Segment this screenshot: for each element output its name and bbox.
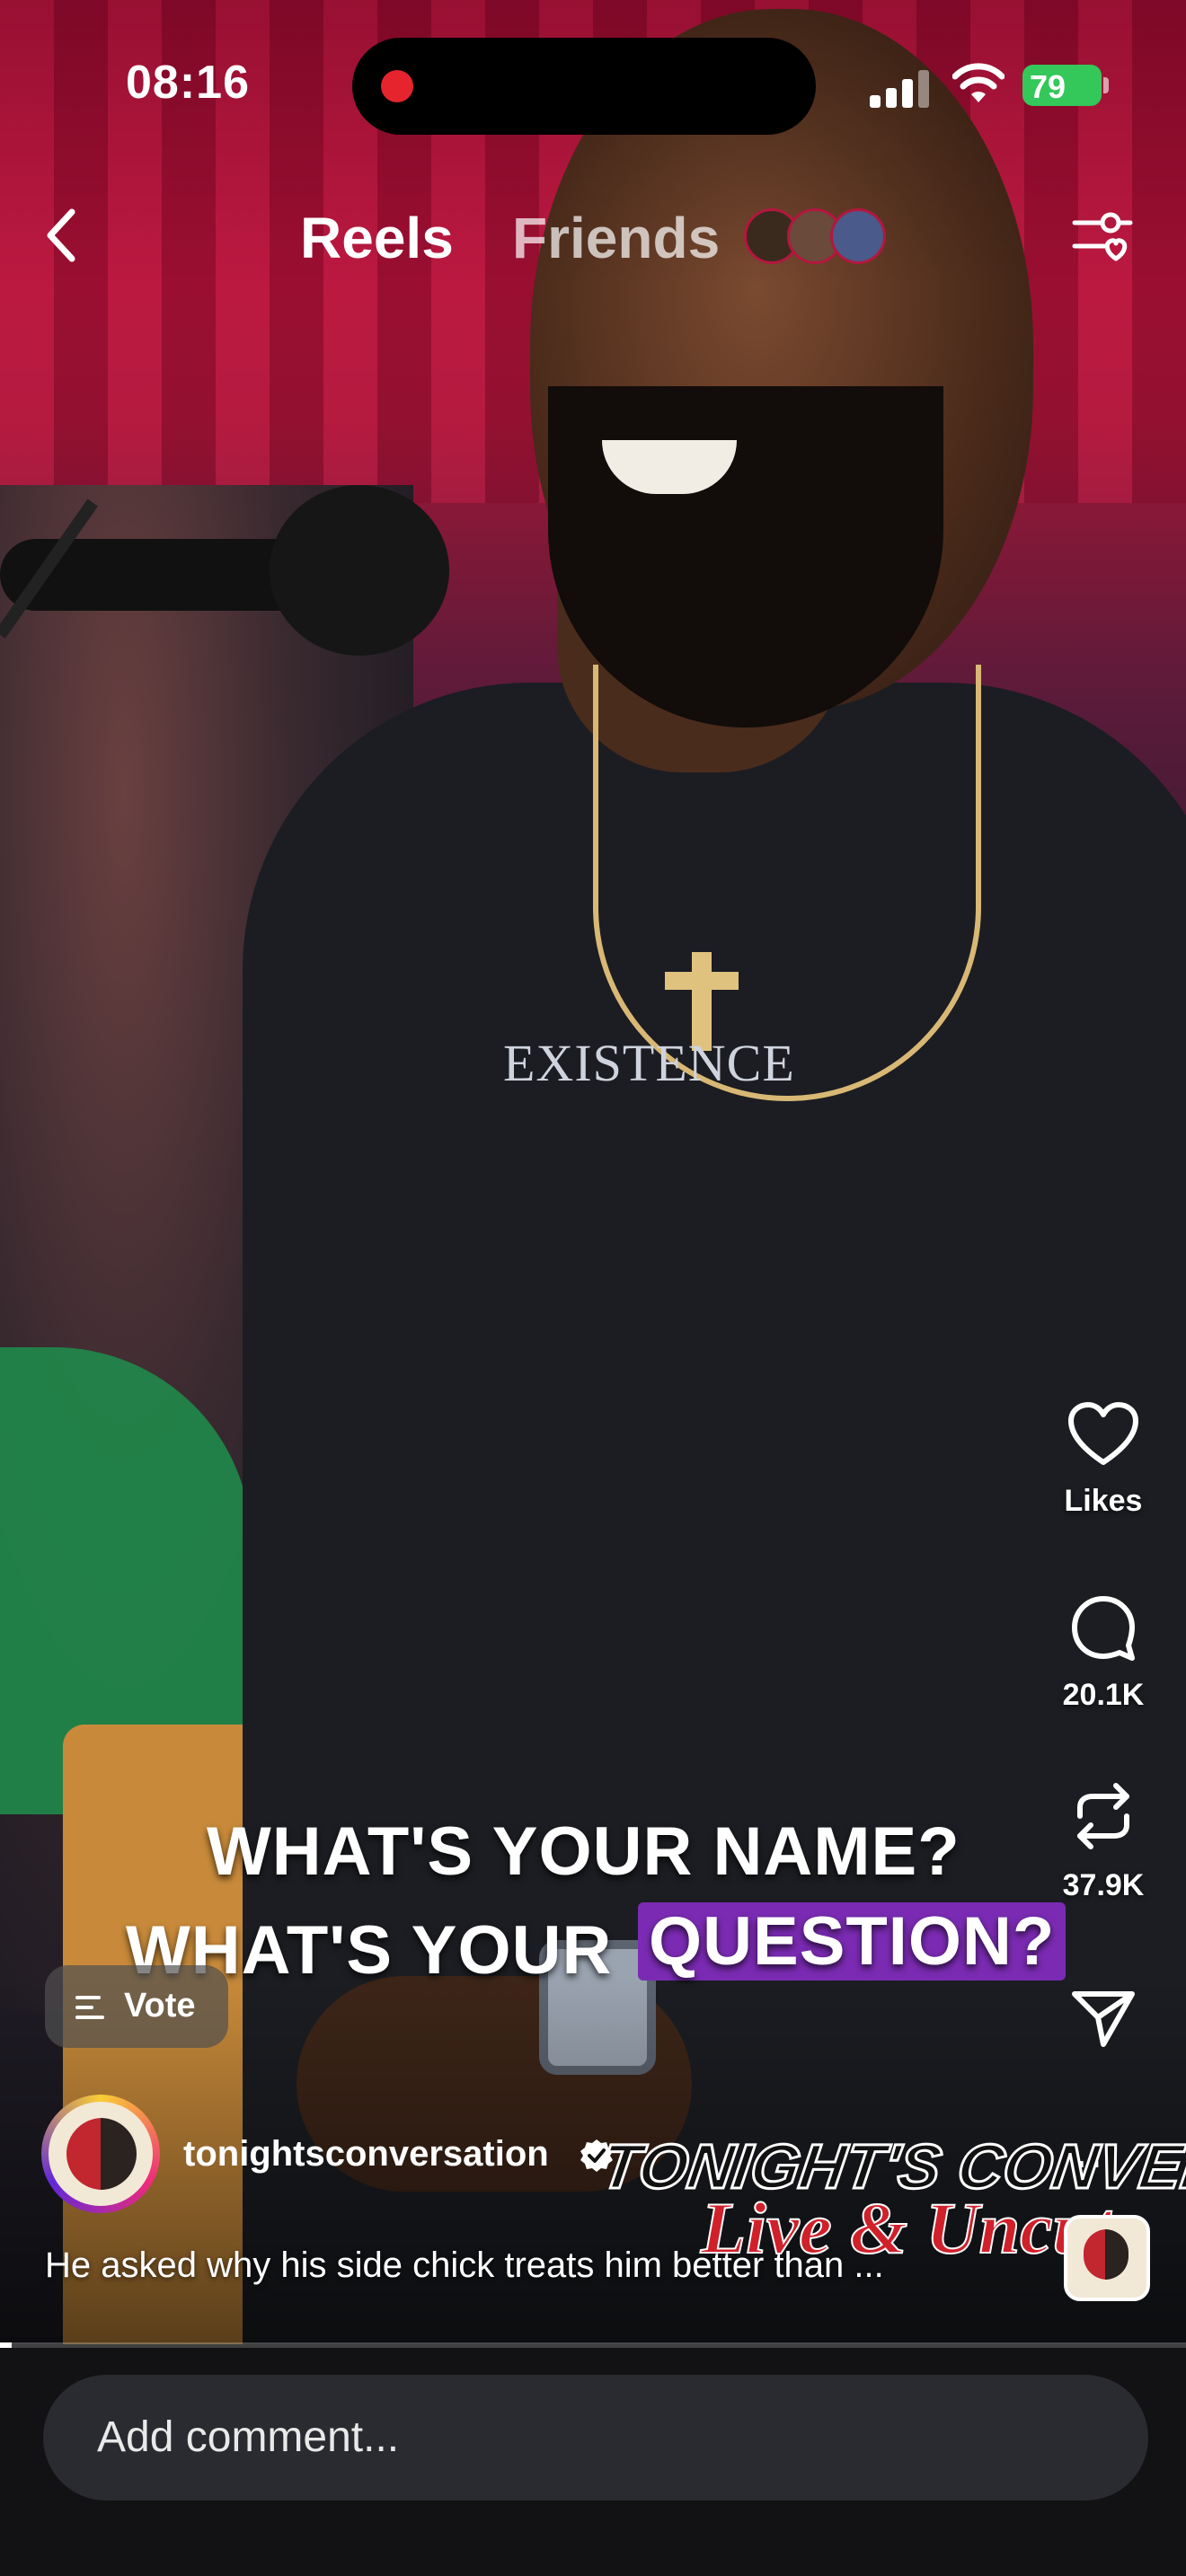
repost-button[interactable]: 37.9K [1049,1780,1157,1903]
vote-button[interactable]: Vote [45,1965,228,2048]
reposts-count: 37.9K [1062,1868,1145,1902]
heart-icon [1068,1402,1138,1465]
comment-icon [1072,1596,1135,1661]
friend-avatar [830,208,886,264]
repost-icon [1077,1783,1129,1849]
poll-icon [75,1996,104,2019]
shirt-print: EXISTENCE [503,1034,795,1092]
filter-icon[interactable] [1069,203,1136,269]
creator-username[interactable]: tonightsconversation [183,2134,549,2175]
creator-avatar[interactable] [41,2095,160,2213]
microphone [0,485,449,656]
comment-input[interactable]: Add comment... [43,2375,1148,2501]
video-caption-line2-highlight: QUESTION? [638,1902,1067,1981]
share-button[interactable] [1049,1987,1157,2050]
status-time: 08:16 [126,57,250,109]
dynamic-island [352,38,816,135]
send-icon [1072,1991,1135,2047]
like-button[interactable]: Likes [1049,1401,1157,1519]
battery-level: 79 [1030,68,1067,105]
reel-caption[interactable]: He asked why his side chick treats him b… [45,2245,884,2286]
comment-button[interactable]: 20.1K [1049,1593,1157,1713]
recording-indicator-icon [381,70,413,102]
tab-reels[interactable]: Reels [300,205,454,271]
friends-avatars[interactable] [744,208,888,264]
back-button[interactable] [36,199,90,271]
likes-label: Likes [1064,1484,1143,1518]
signal-icon [870,66,933,108]
wifi-icon [952,63,1005,102]
comment-placeholder: Add comment... [97,2413,400,2461]
video-caption-line1: WHAT'S YOUR NAME? [207,1813,960,1890]
vote-label: Vote [124,1987,196,2025]
audio-track-thumbnail[interactable] [1064,2215,1150,2301]
battery-icon: 79 [1022,65,1109,106]
tab-friends[interactable]: Friends [512,205,720,271]
comments-count: 20.1K [1062,1678,1145,1712]
